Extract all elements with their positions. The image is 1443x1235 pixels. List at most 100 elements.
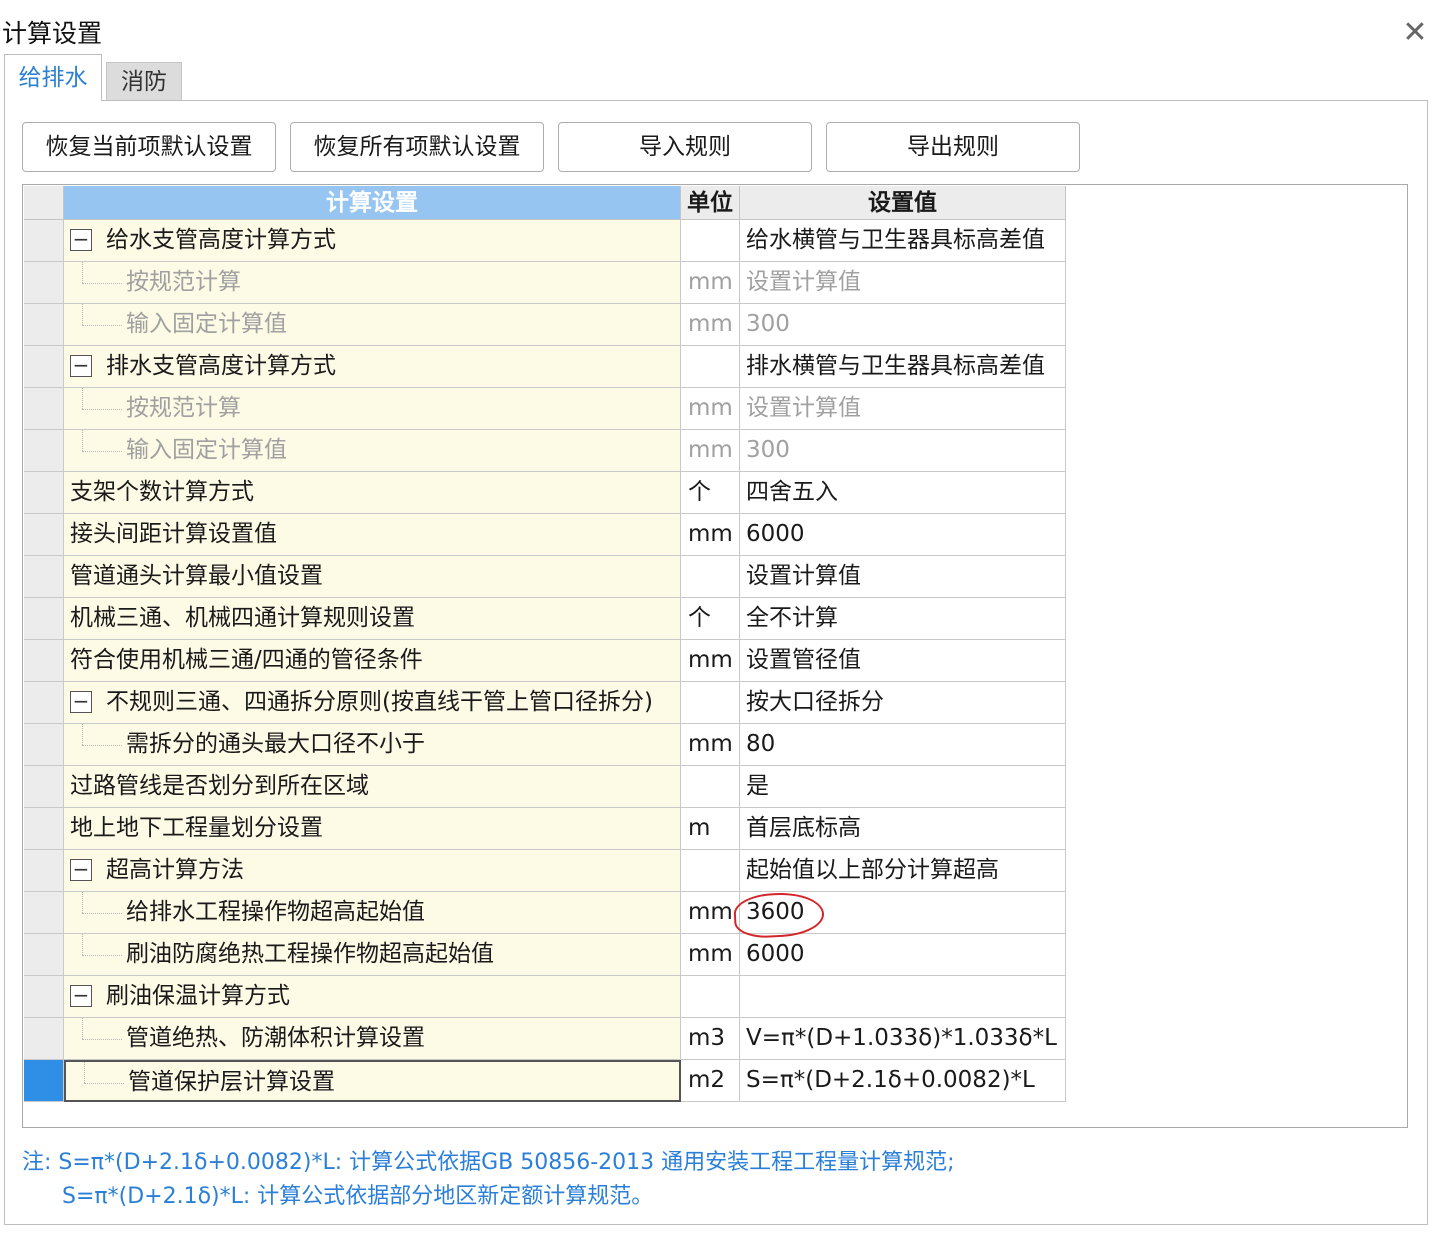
row-selector[interactable]	[24, 1060, 64, 1102]
row-selector[interactable]	[24, 346, 64, 388]
setting-value-cell[interactable]: 6000	[740, 514, 1066, 556]
setting-name-cell[interactable]: − 超高计算方法	[64, 850, 681, 892]
setting-value-cell[interactable]	[740, 976, 1066, 1018]
setting-name: 输入固定计算值	[126, 311, 287, 337]
unit-cell	[681, 850, 740, 892]
row-selector[interactable]	[24, 514, 64, 556]
setting-name: 给排水工程操作物超高起始值	[126, 899, 425, 925]
restore-all-default-button[interactable]: 恢复所有项默认设置	[290, 122, 544, 172]
setting-value-cell[interactable]: 300	[740, 430, 1066, 472]
setting-name-cell[interactable]: 按规范计算	[64, 388, 681, 430]
row-selector[interactable]	[24, 1018, 64, 1060]
setting-name-cell[interactable]: 需拆分的通头最大口径不小于	[64, 724, 681, 766]
setting-name-cell[interactable]: − 不规则三通、四通拆分原则(按直线干管上管口径拆分)	[64, 682, 681, 724]
setting-value-cell[interactable]: 首层底标高	[740, 808, 1066, 850]
setting-value-cell[interactable]: V=π*(D+1.033δ)*1.033δ*L	[740, 1018, 1066, 1060]
tab-fire-protection[interactable]: 消防	[106, 62, 182, 100]
row-selector[interactable]	[24, 304, 64, 346]
unit-cell: m	[681, 808, 740, 850]
setting-name: 给水支管高度计算方式	[106, 227, 336, 253]
setting-value-cell[interactable]: 设置计算值	[740, 556, 1066, 598]
row-selector[interactable]	[24, 472, 64, 514]
setting-value-cell[interactable]: 设置计算值	[740, 388, 1066, 430]
setting-value-cell[interactable]: 全不计算	[740, 598, 1066, 640]
setting-value-cell[interactable]: 300	[740, 304, 1066, 346]
close-icon[interactable]: ✕	[1400, 18, 1430, 48]
setting-name-cell[interactable]: 输入固定计算值	[64, 304, 681, 346]
collapse-icon[interactable]: −	[70, 229, 92, 251]
unit-cell: mm	[681, 934, 740, 976]
setting-name-cell[interactable]: 管道通头计算最小值设置	[64, 556, 681, 598]
unit-cell: 个	[681, 598, 740, 640]
setting-name: 机械三通、机械四通计算规则设置	[70, 605, 415, 631]
row-selector[interactable]	[24, 220, 64, 262]
setting-name-cell[interactable]: 支架个数计算方式	[64, 472, 681, 514]
tree-connector	[82, 388, 122, 429]
row-selector[interactable]	[24, 388, 64, 430]
setting-name-cell[interactable]: 机械三通、机械四通计算规则设置	[64, 598, 681, 640]
setting-name-cell[interactable]: 地上地下工程量划分设置	[64, 808, 681, 850]
row-selector[interactable]	[24, 262, 64, 304]
header-unit[interactable]: 单位	[681, 186, 740, 220]
row-selector[interactable]	[24, 850, 64, 892]
setting-value-cell[interactable]: 80	[740, 724, 1066, 766]
setting-name-cell[interactable]: − 排水支管高度计算方式	[64, 346, 681, 388]
setting-value-cell[interactable]: 起始值以上部分计算超高	[740, 850, 1066, 892]
collapse-icon[interactable]: −	[70, 355, 92, 377]
setting-value-cell[interactable]: 给水横管与卫生器具标高差值	[740, 220, 1066, 262]
tree-connector	[82, 262, 122, 303]
header-value[interactable]: 设置值	[740, 186, 1066, 220]
unit-cell: mm	[681, 514, 740, 556]
setting-value-cell[interactable]: 设置计算值	[740, 262, 1066, 304]
setting-name-cell[interactable]: − 给水支管高度计算方式	[64, 220, 681, 262]
setting-value-cell[interactable]: 6000	[740, 934, 1066, 976]
setting-name-cell[interactable]: 管道保护层计算设置	[64, 1060, 681, 1102]
row-selector[interactable]	[24, 724, 64, 766]
setting-name-cell[interactable]: 符合使用机械三通/四通的管径条件	[64, 640, 681, 682]
unit-cell	[681, 766, 740, 808]
header-corner	[24, 186, 64, 220]
collapse-icon[interactable]: −	[70, 985, 92, 1007]
setting-name-cell[interactable]: 管道绝热、防潮体积计算设置	[64, 1018, 681, 1060]
row-selector[interactable]	[24, 598, 64, 640]
collapse-icon[interactable]: −	[70, 859, 92, 881]
setting-value-cell[interactable]: 设置管径值	[740, 640, 1066, 682]
header-setting[interactable]: 计算设置	[64, 186, 681, 220]
setting-value-cell[interactable]: 四舍五入	[740, 472, 1066, 514]
setting-name-cell[interactable]: 按规范计算	[64, 262, 681, 304]
setting-name-cell[interactable]: 输入固定计算值	[64, 430, 681, 472]
tab-water-supply-drainage[interactable]: 给排水	[4, 54, 102, 101]
setting-value-cell[interactable]: 是	[740, 766, 1066, 808]
setting-name: 管道通头计算最小值设置	[70, 563, 323, 589]
setting-name-cell[interactable]: 给排水工程操作物超高起始值	[64, 892, 681, 934]
row-selector[interactable]	[24, 766, 64, 808]
row-selector[interactable]	[24, 682, 64, 724]
setting-name: 管道绝热、防潮体积计算设置	[126, 1025, 425, 1051]
row-selector[interactable]	[24, 640, 64, 682]
setting-name-cell[interactable]: 接头间距计算设置值	[64, 514, 681, 556]
setting-name: 输入固定计算值	[126, 437, 287, 463]
row-selector[interactable]	[24, 934, 64, 976]
setting-name-cell[interactable]: 刷油防腐绝热工程操作物超高起始值	[64, 934, 681, 976]
unit-cell	[681, 220, 740, 262]
restore-current-default-button[interactable]: 恢复当前项默认设置	[22, 122, 276, 172]
setting-value-cell[interactable]: S=π*(D+2.1δ+0.0082)*L	[740, 1060, 1066, 1102]
setting-name: 地上地下工程量划分设置	[70, 815, 323, 841]
export-rules-button[interactable]: 导出规则	[826, 122, 1080, 172]
row-selector[interactable]	[24, 808, 64, 850]
setting-name: 按规范计算	[126, 395, 241, 421]
collapse-icon[interactable]: −	[70, 691, 92, 713]
import-rules-button[interactable]: 导入规则	[558, 122, 812, 172]
row-selector[interactable]	[24, 892, 64, 934]
setting-name-cell[interactable]: − 刷油保温计算方式	[64, 976, 681, 1018]
row-selector[interactable]	[24, 976, 64, 1018]
setting-name: 支架个数计算方式	[70, 479, 254, 505]
unit-cell: mm	[681, 640, 740, 682]
unit-cell	[681, 682, 740, 724]
row-selector[interactable]	[24, 430, 64, 472]
setting-value-cell[interactable]: 按大口径拆分	[740, 682, 1066, 724]
setting-value-cell[interactable]: 排水横管与卫生器具标高差值	[740, 346, 1066, 388]
setting-name-cell[interactable]: 过路管线是否划分到所在区域	[64, 766, 681, 808]
row-selector[interactable]	[24, 556, 64, 598]
tree-connector	[82, 1018, 122, 1059]
